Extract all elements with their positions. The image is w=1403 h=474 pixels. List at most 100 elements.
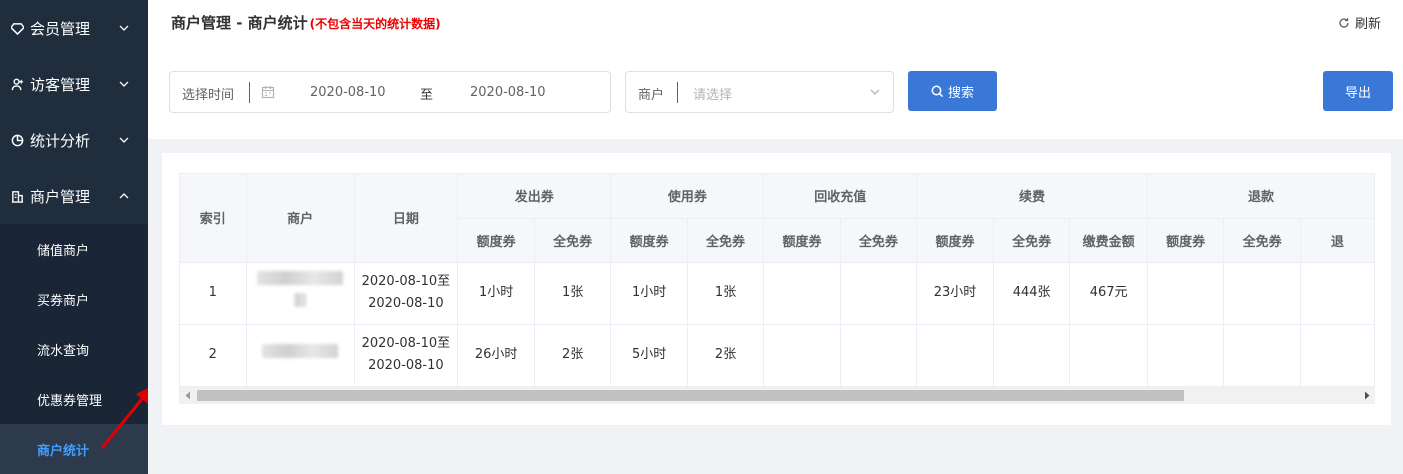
header-sub: 额度券 <box>610 218 688 263</box>
search-button[interactable]: 搜索 <box>908 71 997 111</box>
end-date-input[interactable]: 2020-08-10 <box>470 85 546 100</box>
header-sub: 全免券 <box>1223 218 1301 263</box>
scrollbar-thumb[interactable] <box>197 390 1184 401</box>
calendar-icon <box>261 86 275 99</box>
visitor-icon <box>10 77 24 91</box>
table-cell <box>1300 324 1375 387</box>
header-group-issued: 发出券 <box>457 174 612 219</box>
divider <box>249 82 250 103</box>
cell-date: 2020-08-10至2020-08-10 <box>354 262 459 325</box>
menu-visitor[interactable]: 访客管理 <box>0 56 148 112</box>
menu-merchant[interactable]: 商户管理 <box>0 168 148 224</box>
export-button[interactable]: 导出 <box>1323 71 1393 111</box>
header-sub: 全免券 <box>993 218 1071 263</box>
header-sub: 全免券 <box>840 218 918 263</box>
cell-merchant-redacted <box>246 262 355 325</box>
header-date: 日期 <box>354 174 459 263</box>
menu-member[interactable]: 会员管理 <box>0 0 148 56</box>
building-icon <box>10 189 24 203</box>
header-sub: 缴费金额 <box>1069 218 1148 263</box>
table-cell <box>1223 262 1301 325</box>
table-cell: 1张 <box>534 262 612 325</box>
menu-statistics[interactable]: 统计分析 <box>0 112 148 168</box>
red-arrow-annotation <box>100 386 152 449</box>
diamond-icon <box>10 21 24 35</box>
table-cell: 26小时 <box>457 324 535 387</box>
table-cell <box>916 324 994 387</box>
refresh-label: 刷新 <box>1354 17 1381 32</box>
header-sub: 额度券 <box>916 218 994 263</box>
cell-date: 2020-08-10至2020-08-10 <box>354 324 459 387</box>
table-cell: 444张 <box>993 262 1071 325</box>
table-cell: 2张 <box>534 324 612 387</box>
table-cell: 23小时 <box>916 262 994 325</box>
cell-index: 2 <box>180 324 247 387</box>
menu-merchant-label: 商户管理 <box>30 187 91 206</box>
stats-table: 索引 商户 日期 发出券 使用券 回收充值 续费 退款 额度券 全免券 额度券 … <box>180 174 1375 387</box>
menu-member-label: 会员管理 <box>30 19 91 38</box>
scroll-left-icon[interactable] <box>184 391 192 400</box>
horizontal-scrollbar[interactable] <box>179 387 1375 404</box>
stats-table-wrapper: 索引 商户 日期 发出券 使用券 回收充值 续费 退款 额度券 全免券 额度券 … <box>179 173 1375 387</box>
table-cell <box>1147 262 1225 325</box>
merchant-select-label: 商户 <box>638 88 665 103</box>
chevron-down-icon <box>119 25 129 31</box>
refresh-button[interactable]: 刷新 <box>1338 13 1381 32</box>
page-title-note: (不包含当天的统计数据) <box>309 17 441 31</box>
header-group-renewal: 续费 <box>916 174 1148 219</box>
header-group-refund: 退款 <box>1147 174 1375 219</box>
header-group-used: 使用券 <box>610 174 765 219</box>
start-date-input[interactable]: 2020-08-10 <box>310 85 386 100</box>
table-cell: 2张 <box>687 324 765 387</box>
divider <box>677 82 678 103</box>
main-content: 商户管理 - 商户统计 (不包含当天的统计数据) 刷新 选择时间 2020-08-… <box>148 0 1403 474</box>
pie-chart-icon <box>10 133 24 147</box>
search-button-label: 搜索 <box>947 85 974 101</box>
table-cell <box>993 324 1071 387</box>
header-sub: 额度券 <box>1147 218 1225 263</box>
page-title-text: 商户管理 - 商户统计 <box>171 14 308 32</box>
table-cell: 467元 <box>1069 262 1148 325</box>
merchant-select[interactable]: 商户 请选择 <box>625 71 894 113</box>
header-sub: 额度券 <box>763 218 841 263</box>
header-sub: 全免券 <box>687 218 765 263</box>
header-sub: 退 <box>1300 218 1375 263</box>
table-cell <box>1300 262 1375 325</box>
chevron-down-icon <box>119 137 129 143</box>
menu-statistics-label: 统计分析 <box>30 131 91 150</box>
header-index: 索引 <box>180 174 247 263</box>
table-cell: 5小时 <box>610 324 688 387</box>
table-cell <box>840 262 918 325</box>
chevron-up-icon <box>119 193 129 199</box>
scroll-right-icon[interactable] <box>1363 391 1371 400</box>
date-range-label: 选择时间 <box>182 88 235 103</box>
table-cell <box>1069 324 1148 387</box>
table-cell <box>1223 324 1301 387</box>
filter-panel: 商户管理 - 商户统计 (不包含当天的统计数据) 刷新 选择时间 2020-08-… <box>148 0 1403 139</box>
chevron-down-icon <box>119 81 129 87</box>
submenu-voucher-merchant[interactable]: 买券商户 <box>0 274 148 324</box>
submenu-transaction-query[interactable]: 流水查询 <box>0 324 148 374</box>
header-sub: 额度券 <box>457 218 535 263</box>
table-cell: 1小时 <box>610 262 688 325</box>
chevron-down-icon <box>870 89 880 95</box>
table-cell: 1小时 <box>457 262 535 325</box>
header-group-recycle: 回收充值 <box>763 174 918 219</box>
menu-visitor-label: 访客管理 <box>30 75 91 94</box>
table-cell <box>840 324 918 387</box>
table-cell <box>763 262 841 325</box>
header-merchant: 商户 <box>246 174 355 263</box>
table-cell: 1张 <box>687 262 765 325</box>
table-row: 2 2020-08-10至2020-08-10 26小时 2张 5小时 2张 <box>180 324 1375 387</box>
page-title: 商户管理 - 商户统计 (不包含当天的统计数据) <box>171 12 441 33</box>
range-separator: 至 <box>420 88 434 103</box>
table-cell <box>763 324 841 387</box>
table-row: 1 2020-08-10至2020-08-10 1小时 1张 1小时 1张 23… <box>180 262 1375 325</box>
date-range-picker[interactable]: 选择时间 2020-08-10 至 2020-08-10 <box>169 71 611 113</box>
submenu-stored-value-merchant[interactable]: 储值商户 <box>0 224 148 274</box>
header-sub: 全免券 <box>534 218 612 263</box>
merchant-select-placeholder: 请选择 <box>693 88 733 103</box>
table-cell <box>1147 324 1225 387</box>
table-card: 索引 商户 日期 发出券 使用券 回收充值 续费 退款 额度券 全免券 额度券 … <box>162 153 1391 425</box>
cell-merchant-redacted <box>246 324 355 387</box>
